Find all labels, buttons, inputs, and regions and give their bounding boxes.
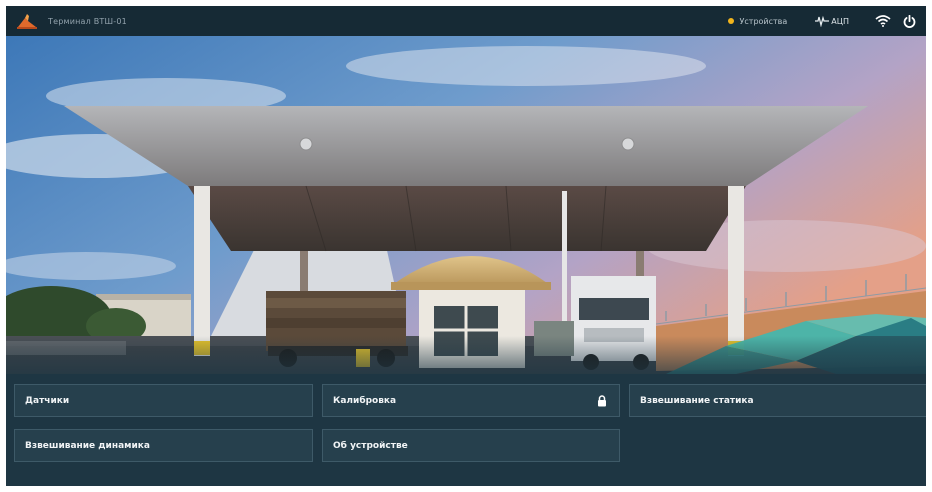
sensors-button-label: Датчики bbox=[25, 395, 70, 406]
app-title: Терминал ВТШ-01 bbox=[48, 16, 127, 26]
adc-indicator[interactable]: АЦП bbox=[815, 15, 849, 27]
static-weighing-button[interactable]: Взвешивание статика bbox=[629, 384, 926, 417]
dynamic-weighing-button-label: Взвешивание динамика bbox=[25, 440, 150, 451]
main-menu: Датчики Калибровка Взвешивание статика В… bbox=[6, 374, 926, 486]
wifi-icon[interactable] bbox=[875, 15, 891, 27]
adc-label: АЦП bbox=[831, 16, 849, 26]
app-frame: Терминал ВТШ-01 Устройства АЦП Датчики К… bbox=[6, 6, 926, 486]
static-weighing-button-label: Взвешивание статика bbox=[640, 395, 754, 406]
about-device-button-label: Об устройстве bbox=[333, 440, 408, 451]
status-dot-icon bbox=[727, 18, 734, 24]
logo-icon bbox=[17, 14, 37, 29]
calibration-button-label: Калибровка bbox=[333, 395, 397, 406]
weigh-station-illustration bbox=[6, 36, 926, 374]
top-bar: Терминал ВТШ-01 Устройства АЦП bbox=[6, 6, 926, 36]
signal-icon bbox=[815, 15, 830, 27]
lock-icon bbox=[598, 395, 606, 407]
power-icon[interactable] bbox=[903, 14, 916, 28]
devices-status-link[interactable]: Устройства bbox=[740, 17, 788, 26]
sensors-button[interactable]: Датчики bbox=[14, 384, 313, 417]
hero-image bbox=[6, 36, 926, 374]
calibration-button[interactable]: Калибровка bbox=[322, 384, 620, 417]
about-device-button[interactable]: Об устройстве bbox=[322, 429, 620, 462]
dynamic-weighing-button[interactable]: Взвешивание динамика bbox=[14, 429, 313, 462]
